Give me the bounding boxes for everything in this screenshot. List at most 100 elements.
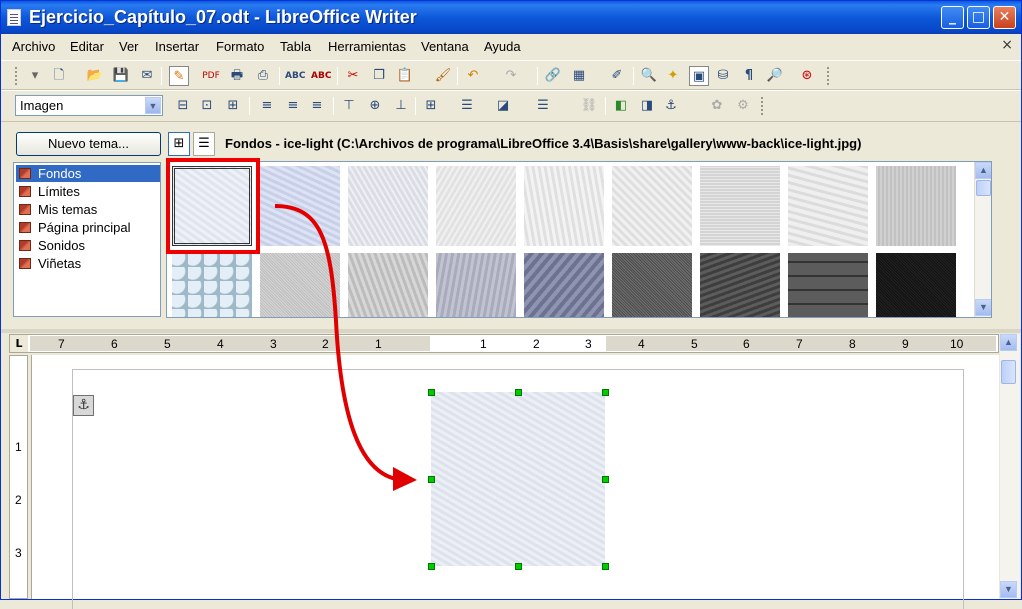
thumbnail[interactable] (612, 253, 692, 317)
resize-handle[interactable] (515, 389, 522, 396)
events-icon[interactable]: ⚙ (733, 96, 753, 116)
menu-herramientas[interactable]: Herramientas (328, 39, 406, 54)
gallery-splitter[interactable] (1, 329, 1021, 333)
resize-handle[interactable] (602, 563, 609, 570)
align-bottom-icon[interactable]: ⊥ (391, 96, 411, 116)
toolbar-options-icon[interactable]: ▾ (25, 66, 45, 86)
formatting-marks-icon[interactable]: ¶ (739, 66, 759, 86)
print-icon[interactable]: 🖶 (227, 66, 247, 86)
resize-handle[interactable] (428, 563, 435, 570)
menu-archivo[interactable]: Archivo (12, 39, 55, 54)
document-scrollbar[interactable]: ▲ ▼ (1000, 334, 1020, 599)
bring-to-front-icon[interactable]: ◧ (611, 96, 631, 116)
style-selector[interactable]: Imagen ▼ (15, 95, 163, 116)
scroll-up-icon[interactable]: ▲ (975, 162, 991, 179)
open-icon[interactable]: 📂 (85, 66, 105, 86)
thumbnail[interactable] (172, 253, 252, 317)
paste-icon[interactable]: 📋 (395, 66, 415, 86)
thumbnail[interactable] (876, 166, 956, 246)
menu-formato[interactable]: Formato (216, 39, 264, 54)
toolbar-grip[interactable] (15, 67, 19, 85)
align-center-icon[interactable]: ≡ (283, 96, 303, 116)
edit-mode-icon[interactable]: ✎ (169, 66, 189, 86)
resize-handle[interactable] (428, 476, 435, 483)
line-style-icon[interactable]: ☰ (533, 96, 553, 116)
theme-item-mis-temas[interactable]: Mis temas (16, 201, 160, 218)
toolbar-end-grip[interactable] (827, 67, 831, 85)
anchor-icon[interactable]: ⚓ (661, 96, 681, 116)
scroll-thumb[interactable] (976, 180, 991, 196)
thumbnail[interactable] (788, 253, 868, 317)
theme-item-pagina-principal[interactable]: Página principal (16, 219, 160, 236)
writer-document-icon[interactable] (7, 9, 21, 26)
link-frames-icon[interactable]: ⛓ (579, 96, 599, 116)
undo-icon[interactable]: ↶ (463, 66, 483, 86)
close-button[interactable]: ✕ (993, 6, 1016, 29)
export-pdf-icon[interactable]: PDF (201, 66, 221, 86)
data-sources-icon[interactable]: ⛁ (713, 66, 733, 86)
frame-toolbar-end-grip[interactable] (761, 97, 765, 115)
new-document-icon[interactable]: 🗋 (49, 66, 69, 86)
title-bar[interactable]: Ejercicio_Capítulo_07.odt - LibreOffice … (1, 1, 1021, 34)
align-right-icon[interactable]: ≡ (307, 96, 327, 116)
thumbnail[interactable] (260, 166, 340, 246)
gallery-icon[interactable]: ▣ (689, 66, 709, 86)
gallery-scrollbar[interactable]: ▲ ▼ (974, 162, 991, 317)
autospell-icon[interactable]: ABC (311, 66, 331, 86)
cut-icon[interactable]: ✂ (343, 66, 363, 86)
menu-editar[interactable]: Editar (70, 39, 104, 54)
help-icon[interactable]: ⊛ (797, 66, 817, 86)
close-document-icon[interactable]: × (1001, 37, 1013, 53)
table-icon[interactable]: ▦ (569, 66, 589, 86)
copy-icon[interactable]: ❐ (369, 66, 389, 86)
doc-scroll-thumb[interactable] (1001, 360, 1016, 384)
menu-ayuda[interactable]: Ayuda (484, 39, 521, 54)
menu-tabla[interactable]: Tabla (280, 39, 311, 54)
menu-ventana[interactable]: Ventana (421, 39, 469, 54)
zoom-icon[interactable]: 🔎 (765, 66, 785, 86)
clone-formatting-icon[interactable]: 🖌 (433, 66, 453, 86)
theme-item-fondos[interactable]: Fondos (16, 165, 160, 182)
doc-scroll-down-icon[interactable]: ▼ (1000, 581, 1017, 598)
hyperlink-icon[interactable]: 🔗 (543, 66, 563, 86)
redo-icon[interactable]: ↷ (501, 66, 521, 86)
borders-icon[interactable]: ⊞ (421, 96, 441, 116)
email-icon[interactable]: ✉ (137, 66, 157, 86)
navigator-icon[interactable]: ✦ (663, 66, 683, 86)
align-left-icon[interactable]: ≡ (257, 96, 277, 116)
align-top-icon[interactable]: ⊤ (339, 96, 359, 116)
theme-item-vinetas[interactable]: Viñetas (16, 255, 160, 272)
thumbnail[interactable] (348, 166, 428, 246)
thumbnail[interactable] (524, 166, 604, 246)
wrap-page-icon[interactable]: ⊡ (197, 96, 217, 116)
resize-handle[interactable] (602, 389, 609, 396)
maximize-button[interactable]: □ (967, 6, 990, 29)
find-replace-icon[interactable]: 🔍 (639, 66, 659, 86)
send-to-back-icon[interactable]: ◨ (637, 96, 657, 116)
resize-handle[interactable] (515, 563, 522, 570)
thumbnail[interactable] (436, 166, 516, 246)
wrap-off-icon[interactable]: ⊟ (173, 96, 193, 116)
wrap-through-icon[interactable]: ⊞ (223, 96, 243, 116)
minimize-button[interactable]: _ (941, 6, 964, 29)
style-dropdown-arrow-icon[interactable]: ▼ (145, 97, 161, 114)
horizontal-ruler[interactable]: L 7 6 5 4 3 2 1 1 2 3 4 5 6 7 8 9 10 (9, 334, 999, 353)
inserted-image[interactable] (431, 392, 605, 566)
thumbnail[interactable] (700, 253, 780, 317)
menu-insertar[interactable]: Insertar (155, 39, 199, 54)
detail-view-button[interactable]: ☰ (193, 132, 215, 156)
vertical-ruler[interactable]: 1 2 3 (9, 355, 28, 599)
thumbnail[interactable] (524, 253, 604, 317)
thumbnail[interactable] (260, 253, 340, 317)
background-color-icon[interactable]: ◪ (493, 96, 513, 116)
print-preview-icon[interactable]: ⎙ (253, 66, 273, 86)
resize-handle[interactable] (428, 389, 435, 396)
resize-handle[interactable] (602, 476, 609, 483)
anchor-marker-icon[interactable]: ⚓ (73, 395, 94, 416)
theme-item-limites[interactable]: Límites (16, 183, 160, 200)
theme-item-sonidos[interactable]: Sonidos (16, 237, 160, 254)
menu-ver[interactable]: Ver (119, 39, 139, 54)
thumbnail[interactable] (436, 253, 516, 317)
thumbnail-ice-light[interactable] (172, 166, 252, 246)
macro-icon[interactable]: ✿ (707, 96, 727, 116)
